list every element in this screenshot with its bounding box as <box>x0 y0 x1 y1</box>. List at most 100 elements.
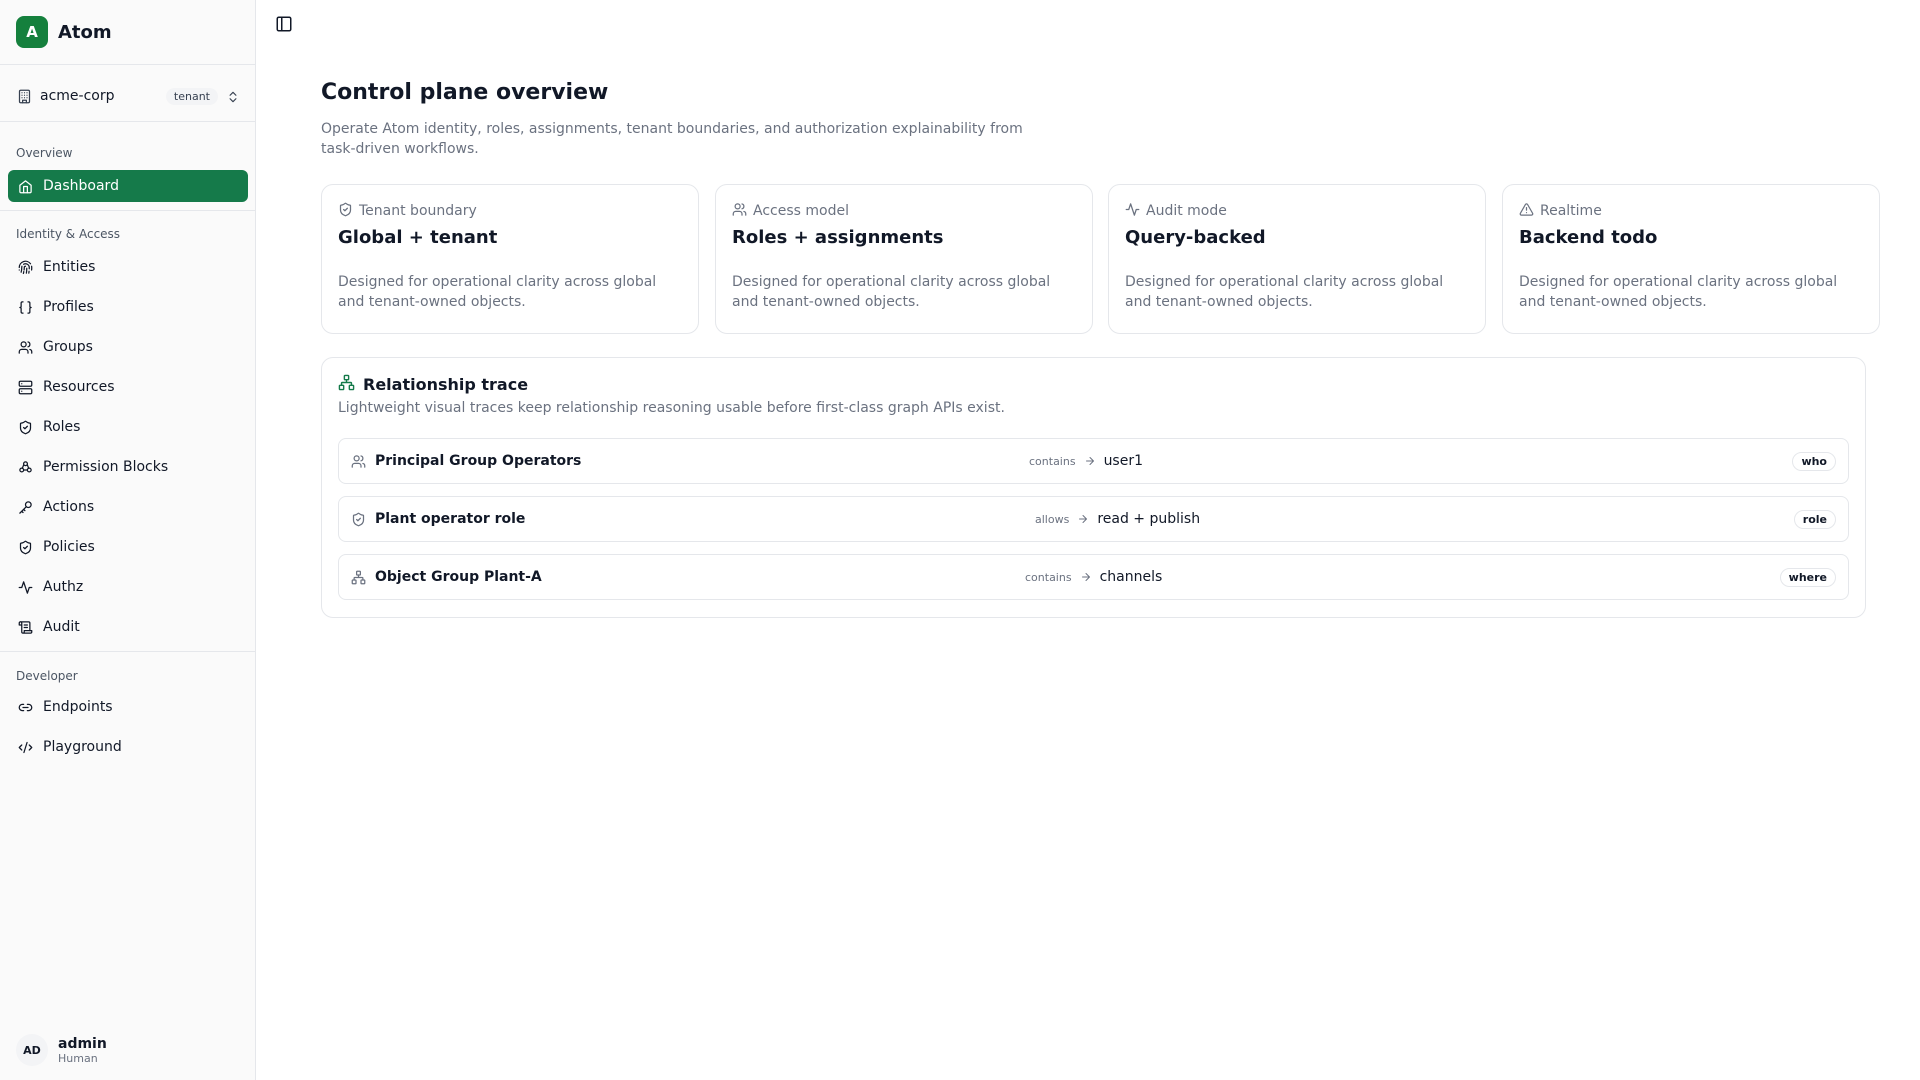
arrow-right-icon <box>1084 455 1096 467</box>
trace-relation: contains <box>1029 454 1076 468</box>
trace-source: Object Group Plant-A <box>375 569 542 585</box>
page-description: Operate Atom identity, roles, assignment… <box>321 121 1023 157</box>
card-description: Designed for operational clarity across … <box>732 274 1051 310</box>
brand-logo: A <box>16 16 48 48</box>
stat-card-tenant-boundary: Tenant boundary Global + tenant Designed… <box>321 184 699 334</box>
card-value: Roles + assignments <box>732 227 944 248</box>
avatar: AD <box>16 1034 48 1066</box>
blocks-icon <box>17 459 33 475</box>
activity-icon <box>17 579 33 595</box>
card-description: Designed for operational clarity across … <box>1519 274 1838 310</box>
sidebar-item-label: Playground <box>43 739 122 755</box>
sidebar-item-label: Resources <box>43 379 115 395</box>
sidebar-item-entities[interactable]: Entities <box>8 251 248 283</box>
trace-target: user1 <box>1103 453 1144 469</box>
card-description: Designed for operational clarity across … <box>338 274 657 310</box>
brand[interactable]: A Atom <box>16 16 112 48</box>
sidebar-item-label: Entities <box>43 259 96 275</box>
sidebar-item-permission-blocks[interactable]: Permission Blocks <box>8 451 248 483</box>
link-icon <box>17 699 33 715</box>
user-name: admin <box>58 1035 107 1052</box>
sidebar-item-policies[interactable]: Policies <box>8 531 248 563</box>
stat-card-realtime: Realtime Backend todo Designed for opera… <box>1502 184 1880 334</box>
sidebar-item-label: Profiles <box>43 299 94 315</box>
shield-icon <box>17 539 33 555</box>
card-description: Designed for operational clarity across … <box>1125 274 1444 310</box>
trace-row[interactable]: Plant operator role allows read + publis… <box>338 496 1849 542</box>
sidebar-item-roles[interactable]: Roles <box>8 411 248 443</box>
sidebar-toggle-icon[interactable] <box>275 15 293 33</box>
user-menu[interactable]: AD admin Human <box>16 1034 107 1066</box>
tenant-name: acme-corp <box>40 88 115 104</box>
trace-row[interactable]: Object Group Plant-A contains channels w… <box>338 554 1849 600</box>
card-value: Query-backed <box>1125 227 1266 248</box>
sidebar-item-dashboard[interactable]: Dashboard <box>8 170 248 202</box>
card-value: Global + tenant <box>338 227 498 248</box>
tenant-switcher[interactable]: acme-corp tenant <box>8 80 248 112</box>
shield-icon <box>351 511 367 527</box>
divider <box>0 121 256 122</box>
network-icon <box>338 374 355 395</box>
card-value: Backend todo <box>1519 227 1658 248</box>
arrow-right-icon <box>1080 571 1092 583</box>
divider <box>0 651 256 652</box>
section-label-developer: Developer <box>16 669 78 683</box>
server-icon <box>17 379 33 395</box>
users-icon <box>732 202 747 221</box>
sidebar-item-resources[interactable]: Resources <box>8 371 248 403</box>
chevrons-up-down-icon <box>226 89 240 103</box>
card-label: Tenant boundary <box>359 203 477 219</box>
trace-source: Principal Group Operators <box>375 453 582 469</box>
divider <box>0 64 256 65</box>
sidebar-item-label: Authz <box>43 579 84 595</box>
sidebar-item-groups[interactable]: Groups <box>8 331 248 363</box>
shield-icon <box>17 419 33 435</box>
trace-tag: role <box>1793 509 1836 529</box>
trace-tag: where <box>1779 567 1836 587</box>
section-label-overview: Overview <box>16 146 73 160</box>
sidebar-item-label: Policies <box>43 539 95 555</box>
sidebar-item-label: Endpoints <box>43 699 113 715</box>
sidebar-item-label: Dashboard <box>43 178 119 194</box>
arrow-right-icon <box>1077 513 1089 525</box>
stat-card-access-model: Access model Roles + assignments Designe… <box>715 184 1093 334</box>
sidebar-item-label: Roles <box>43 419 81 435</box>
user-role: Human <box>58 1051 98 1065</box>
sidebar-item-actions[interactable]: Actions <box>8 491 248 523</box>
trace-source: Plant operator role <box>375 511 526 527</box>
relationship-trace-panel: Relationship trace Lightweight visual tr… <box>321 357 1866 618</box>
card-label: Access model <box>753 203 849 219</box>
trace-relation: contains <box>1025 570 1072 584</box>
divider <box>0 210 256 211</box>
card-label: Realtime <box>1540 203 1602 219</box>
sidebar-item-playground[interactable]: Playground <box>8 731 248 763</box>
sidebar-item-label: Groups <box>43 339 93 355</box>
trace-target: read + publish <box>1097 511 1201 527</box>
users-icon <box>351 453 367 469</box>
sidebar-item-endpoints[interactable]: Endpoints <box>8 691 248 723</box>
sidebar-item-audit[interactable]: Audit <box>8 611 248 643</box>
tenant-badge: tenant <box>165 87 218 105</box>
warning-icon <box>1519 202 1534 221</box>
brand-name: Atom <box>58 21 112 43</box>
scroll-icon <box>17 619 33 635</box>
sidebar-item-label: Audit <box>43 619 80 635</box>
sidebar-item-authz[interactable]: Authz <box>8 571 248 603</box>
activity-icon <box>1125 202 1140 221</box>
sidebar: A Atom acme-corp tenant Overview Dashboa… <box>0 0 256 1080</box>
section-label-identity: Identity & Access <box>16 227 121 241</box>
sidebar-item-label: Permission Blocks <box>43 459 169 475</box>
trace-target: channels <box>1099 569 1163 585</box>
trace-relation: allows <box>1035 512 1070 526</box>
page-title: Control plane overview <box>321 80 609 105</box>
shield-icon <box>338 202 353 221</box>
network-icon <box>351 569 367 585</box>
key-icon <box>17 499 33 515</box>
sidebar-item-profiles[interactable]: Profiles <box>8 291 248 323</box>
building-icon <box>16 88 32 104</box>
users-icon <box>17 339 33 355</box>
code-icon <box>17 739 33 755</box>
trace-title: Relationship trace <box>363 374 529 394</box>
trace-row[interactable]: Principal Group Operators contains user1… <box>338 438 1849 484</box>
trace-tag: who <box>1792 451 1836 471</box>
